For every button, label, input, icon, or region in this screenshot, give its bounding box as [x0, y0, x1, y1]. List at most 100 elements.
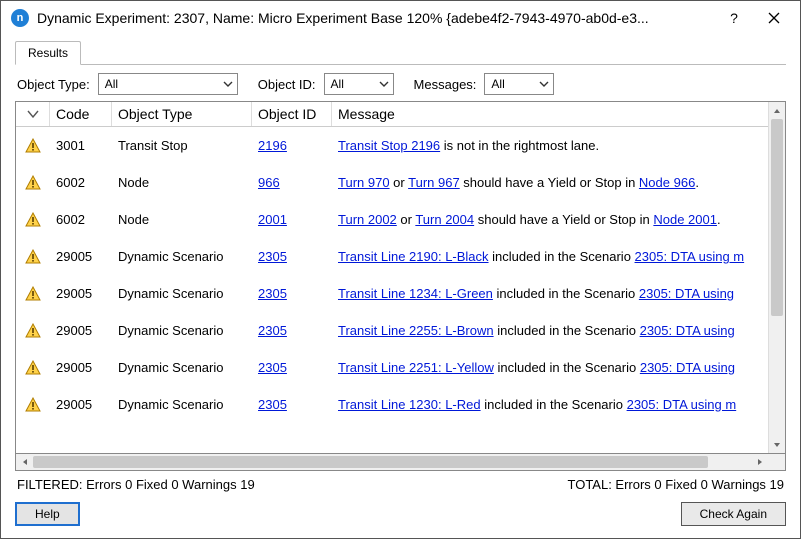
message-link[interactable]: Transit Stop 2196 — [338, 138, 440, 153]
message-link[interactable]: Turn 2002 — [338, 212, 397, 227]
message-link[interactable]: Node 2001 — [653, 212, 717, 227]
row-code: 29005 — [50, 284, 112, 303]
scroll-up-button[interactable] — [769, 102, 785, 119]
row-object-id: 2001 — [252, 210, 332, 229]
titlebar-help-button[interactable]: ? — [714, 4, 754, 32]
status-bar: FILTERED: Errors 0 Fixed 0 Warnings 19 T… — [15, 471, 786, 496]
col-message[interactable]: Message — [332, 102, 768, 126]
horizontal-scrollbar[interactable] — [15, 454, 786, 471]
row-object-type: Transit Stop — [112, 136, 252, 155]
message-link[interactable]: Transit Line 2251: L-Yellow — [338, 360, 494, 375]
object-id-link[interactable]: 2305 — [258, 397, 287, 412]
close-button[interactable] — [754, 4, 794, 32]
button-row: Help Check Again — [15, 496, 786, 526]
object-id-value: All — [331, 77, 350, 91]
object-id-link[interactable]: 2196 — [258, 138, 287, 153]
messages-value: All — [491, 77, 510, 91]
row-icon-cell — [16, 247, 50, 267]
warning-icon — [25, 249, 41, 265]
grid-body: 3001Transit Stop2196Transit Stop 2196 is… — [16, 127, 768, 453]
row-object-id: 2305 — [252, 358, 332, 377]
chevron-down-icon — [379, 79, 389, 89]
message-link[interactable]: Turn 2004 — [415, 212, 474, 227]
tabstrip: Results — [15, 41, 786, 65]
app-icon: n — [11, 9, 29, 27]
warning-icon — [25, 138, 41, 154]
row-icon-cell — [16, 395, 50, 415]
warning-icon — [25, 323, 41, 339]
chevron-down-icon — [27, 110, 39, 118]
message-link[interactable]: Turn 967 — [408, 175, 460, 190]
table-row[interactable]: 3001Transit Stop2196Transit Stop 2196 is… — [16, 127, 768, 164]
vscroll-thumb[interactable] — [771, 119, 783, 316]
table-row[interactable]: 6002Node2001Turn 2002 or Turn 2004 shoul… — [16, 201, 768, 238]
check-again-button[interactable]: Check Again — [681, 502, 786, 526]
message-link[interactable]: Transit Line 1230: L-Red — [338, 397, 481, 412]
col-code[interactable]: Code — [50, 102, 112, 126]
row-object-type: Dynamic Scenario — [112, 321, 252, 340]
message-link[interactable]: 2305: DTA using — [640, 360, 735, 375]
table-row[interactable]: 29005Dynamic Scenario 2305 Transit Line 22… — [16, 349, 768, 386]
tab-results[interactable]: Results — [15, 41, 81, 65]
message-link[interactable]: Transit Line 2255: L-Brown — [338, 323, 494, 338]
object-id-link[interactable]: 2305 — [258, 323, 287, 338]
object-id-label: Object ID: — [258, 77, 316, 92]
object-id-link[interactable]: 2305 — [258, 286, 287, 301]
row-message: Transit Line 1234: L-Green included in t… — [332, 284, 768, 303]
col-sort[interactable] — [16, 102, 50, 126]
message-link[interactable]: 2305: DTA using m — [635, 249, 745, 264]
scroll-left-button[interactable] — [16, 454, 33, 471]
message-link[interactable]: 2305: DTA using — [639, 286, 734, 301]
object-type-combo[interactable]: All — [98, 73, 238, 95]
table-row[interactable]: 6002Node966Turn 970 or Turn 967 should h… — [16, 164, 768, 201]
titlebar: n Dynamic Experiment: 2307, Name: Micro … — [1, 1, 800, 35]
table-row[interactable]: 29005Dynamic Scenario2305Transit Line 22… — [16, 312, 768, 349]
warning-icon — [25, 212, 41, 228]
table-row[interactable]: 29005Dynamic Scenario2305Transit Line 21… — [16, 238, 768, 275]
object-id-link[interactable]: 2305 — [258, 360, 287, 375]
status-filtered: FILTERED: Errors 0 Fixed 0 Warnings 19 — [17, 477, 255, 492]
chevron-down-icon — [539, 79, 549, 89]
row-code: 6002 — [50, 210, 112, 229]
row-message: Transit Line 2251: L-Yellow included in … — [332, 358, 768, 377]
row-object-type: Dynamic Scenario — [112, 358, 252, 377]
row-code: 6002 — [50, 173, 112, 192]
hscroll-thumb[interactable] — [33, 456, 708, 468]
message-link[interactable]: 2305: DTA using m — [627, 397, 737, 412]
message-link[interactable]: Transit Line 2190: L-Black — [338, 249, 489, 264]
hscroll-track[interactable] — [33, 454, 751, 470]
warning-icon — [25, 360, 41, 376]
row-object-id: 2305 — [252, 284, 332, 303]
col-object-id[interactable]: Object ID — [252, 102, 332, 126]
object-id-link[interactable]: 2305 — [258, 249, 287, 264]
help-button[interactable]: Help — [15, 502, 80, 526]
filter-bar: Object Type: All Object ID: All Messages… — [15, 65, 786, 101]
row-object-id: 966 — [252, 173, 332, 192]
table-row[interactable]: 29005Dynamic Scenario 2305 Transit Line 12… — [16, 275, 768, 312]
scroll-right-button[interactable] — [751, 454, 768, 471]
scroll-down-button[interactable] — [769, 436, 785, 453]
message-link[interactable]: Node 966 — [639, 175, 695, 190]
table-row[interactable]: 29005Dynamic Scenario2305Transit Line 12… — [16, 386, 768, 423]
row-object-type: Node — [112, 210, 252, 229]
message-link[interactable]: Transit Line 1234: L-Green — [338, 286, 493, 301]
row-icon-cell — [16, 358, 50, 378]
vscroll-track[interactable] — [769, 119, 785, 436]
results-grid: Code Object Type Object ID Message 3001T… — [15, 101, 786, 454]
row-icon-cell — [16, 210, 50, 230]
object-id-link[interactable]: 2001 — [258, 212, 287, 227]
col-object-type[interactable]: Object Type — [112, 102, 252, 126]
row-code: 29005 — [50, 358, 112, 377]
message-link[interactable]: 2305: DTA using — [640, 323, 735, 338]
vertical-scrollbar[interactable] — [768, 102, 785, 453]
row-object-type: Dynamic Scenario — [112, 284, 252, 303]
object-id-combo[interactable]: All — [324, 73, 394, 95]
grid-header: Code Object Type Object ID Message — [16, 102, 768, 127]
row-object-type: Node — [112, 173, 252, 192]
object-id-link[interactable]: 966 — [258, 175, 280, 190]
app-icon-letter: n — [17, 12, 24, 24]
message-link[interactable]: Turn 970 — [338, 175, 390, 190]
object-type-value: All — [105, 77, 124, 91]
window-title: Dynamic Experiment: 2307, Name: Micro Ex… — [37, 10, 714, 26]
messages-combo[interactable]: All — [484, 73, 554, 95]
